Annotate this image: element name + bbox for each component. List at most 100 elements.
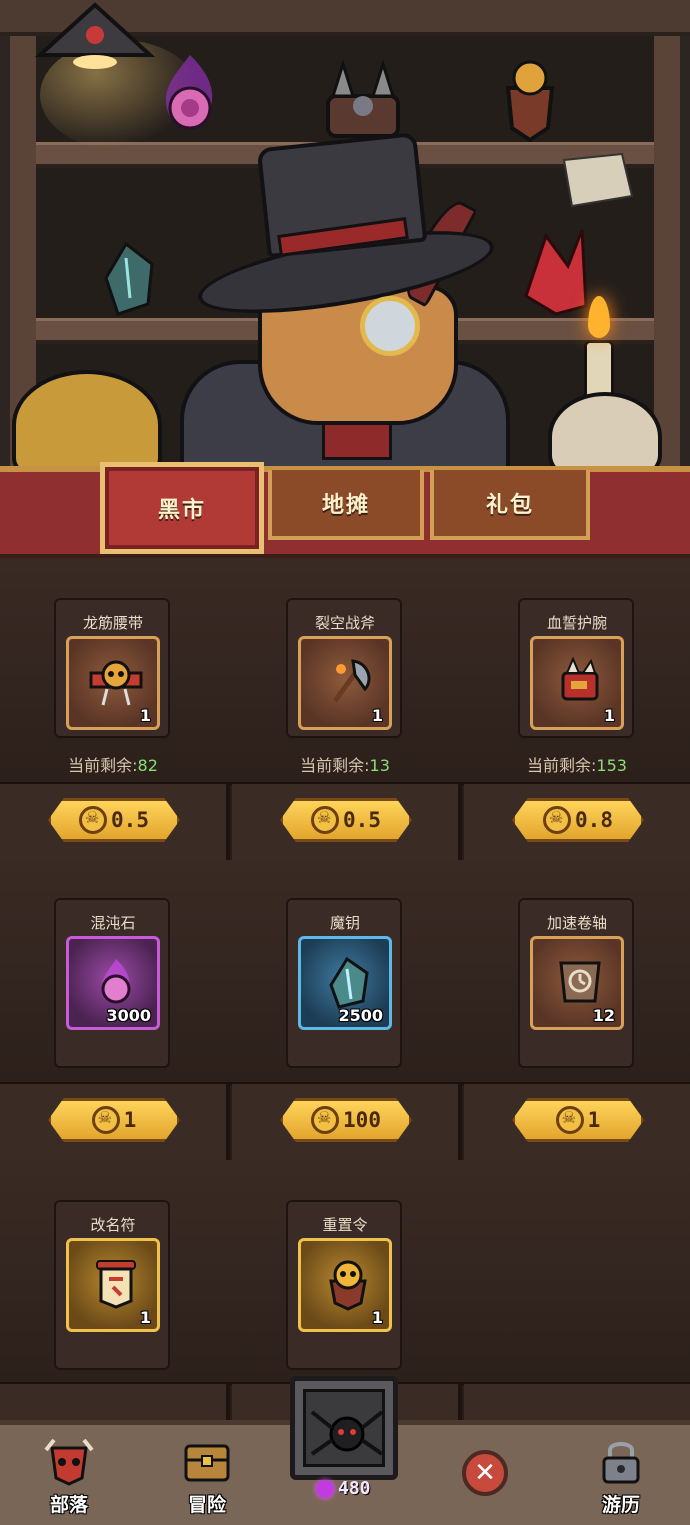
hanging-lamp-icon — [34, 2, 156, 69]
shop-item-card[interactable]: 魔钥 2500 — [232, 858, 458, 1084]
item-name: 魔钥 — [329, 914, 360, 932]
item-slot[interactable]: 3000 — [66, 936, 160, 1030]
item-count: 12 — [592, 1006, 615, 1025]
skull-coin-icon — [91, 1106, 120, 1134]
rename-banner-icon — [96, 1260, 136, 1309]
buy-button[interactable]: 0.5 — [48, 798, 180, 842]
shop-item-card[interactable]: 混沌石 3000 — [0, 858, 226, 1084]
remaining-stock: 当前剩余:82 — [0, 752, 226, 776]
item-name: 加速卷轴 — [546, 914, 607, 932]
item-count: 1 — [371, 1308, 383, 1327]
item-slot[interactable]: 1 — [66, 636, 160, 730]
remaining-value: 153 — [596, 756, 627, 775]
price-value: 1 — [587, 1108, 601, 1132]
remaining-label: 当前剩余: — [68, 756, 138, 775]
skull-coin-icon — [79, 806, 108, 834]
buy-button[interactable]: 0.5 — [280, 798, 412, 842]
price-value: 1 — [123, 1108, 137, 1132]
nav-adventure-label: 冒险 — [187, 1494, 226, 1516]
item-name: 龙筋腰带 — [82, 614, 143, 632]
buy-button[interactable]: 0.8 — [512, 798, 644, 842]
skull-coin-icon — [311, 806, 340, 834]
close-button[interactable]: ✕ — [462, 1450, 508, 1496]
emblem-frame — [303, 1389, 385, 1467]
tab-street-stall-label: 地摊 — [321, 493, 370, 518]
item-slot[interactable]: 2500 — [298, 936, 392, 1030]
price-value: 0.5 — [343, 808, 381, 832]
horned-boots-deco-icon — [326, 58, 400, 138]
purple-rose-deco-icon — [165, 55, 213, 130]
merchant-scene — [0, 0, 690, 480]
price-cell: 0.5 — [0, 784, 230, 860]
spider-emblem-icon — [310, 1410, 384, 1456]
spiked-bracer-icon — [561, 656, 599, 701]
buy-button[interactable]: 1 — [512, 1098, 644, 1142]
remaining-stock: 当前剩余:153 — [464, 752, 690, 776]
item-count: 1 — [371, 706, 383, 725]
skull-coin-icon — [311, 1106, 340, 1134]
item-slot[interactable]: 1 — [530, 636, 624, 730]
travel-lock-icon — [602, 1442, 640, 1484]
remaining-label: 当前剩余: — [300, 756, 370, 775]
purple-gem-icon — [316, 1479, 334, 1498]
crystal-ore-deco-icon — [104, 241, 154, 316]
treasure-chest-icon — [184, 1444, 230, 1482]
item-slot[interactable]: 1 — [298, 636, 392, 730]
item-count: 1 — [139, 1308, 151, 1327]
item-name: 混沌石 — [90, 914, 136, 932]
price-cell: 0.8 — [464, 784, 690, 860]
tab-gift-pack[interactable]: 礼包 — [430, 470, 590, 540]
shop-item-card[interactable]: 加速卷轴 12 — [464, 858, 690, 1084]
price-value: 0.5 — [111, 808, 149, 832]
nav-tribe[interactable]: 部落 — [0, 1425, 138, 1525]
remaining-label: 当前剩余: — [527, 756, 597, 775]
price-cell: 0.5 — [232, 784, 462, 860]
remaining-value: 82 — [137, 756, 158, 775]
shop-item-card[interactable]: 重置令 1 — [232, 1160, 458, 1386]
tab-black-market[interactable]: 黑市 — [100, 462, 264, 554]
item-count: 1 — [603, 706, 615, 725]
reset-token-icon — [329, 1260, 367, 1311]
price-cell — [464, 1384, 690, 1420]
item-name: 改名符 — [90, 1216, 136, 1234]
skull-shield-deco-icon — [505, 60, 555, 142]
nav-tribe-label: 部落 — [49, 1494, 88, 1516]
candle — [584, 340, 614, 400]
skull-coin-icon — [543, 806, 572, 834]
speed-scroll-icon — [559, 961, 601, 1003]
magic-key-crystal-icon — [329, 956, 369, 1009]
item-name: 裂空战斧 — [314, 614, 375, 632]
gem-counter: 480 — [316, 1478, 371, 1499]
item-slot[interactable]: 1 — [66, 1238, 160, 1332]
black-market-emblem-button[interactable] — [290, 1376, 398, 1480]
price-value: 100 — [343, 1108, 381, 1132]
merchant-monocle — [360, 296, 420, 356]
tab-gift-pack-label: 礼包 — [485, 493, 534, 518]
price-value: 0.8 — [575, 808, 613, 832]
price-cell: 1 — [0, 1084, 230, 1160]
tab-street-stall[interactable]: 地摊 — [268, 470, 424, 540]
buy-button[interactable]: 100 — [280, 1098, 412, 1142]
shop-item-card[interactable]: 改名符 1 — [0, 1160, 226, 1386]
remaining-value: 13 — [369, 756, 390, 775]
price-cell — [0, 1384, 230, 1420]
nav-adventure[interactable]: 冒险 — [138, 1425, 276, 1525]
nav-travel[interactable]: 游历 — [552, 1425, 690, 1525]
price-cell: 1 — [464, 1084, 690, 1160]
item-slot[interactable]: 1 — [298, 1238, 392, 1332]
skull-coin-icon — [555, 1106, 584, 1134]
item-count: 2500 — [338, 1006, 383, 1025]
close-icon: ✕ — [474, 1458, 496, 1488]
item-count: 3000 — [106, 1006, 151, 1025]
parchment-deco-icon — [562, 152, 634, 208]
item-name: 血誓护腕 — [546, 614, 607, 632]
remaining-stock: 当前剩余:13 — [232, 752, 458, 776]
red-crystal-deco-icon — [524, 229, 588, 316]
buy-button[interactable]: 1 — [48, 1098, 180, 1142]
gem-count-value: 480 — [338, 1478, 371, 1499]
skull-belt-icon — [89, 660, 143, 706]
tribe-mask-icon — [44, 1438, 94, 1486]
price-cell: 100 — [232, 1084, 462, 1160]
chaos-stone-icon — [101, 959, 131, 1004]
item-slot[interactable]: 12 — [530, 936, 624, 1030]
